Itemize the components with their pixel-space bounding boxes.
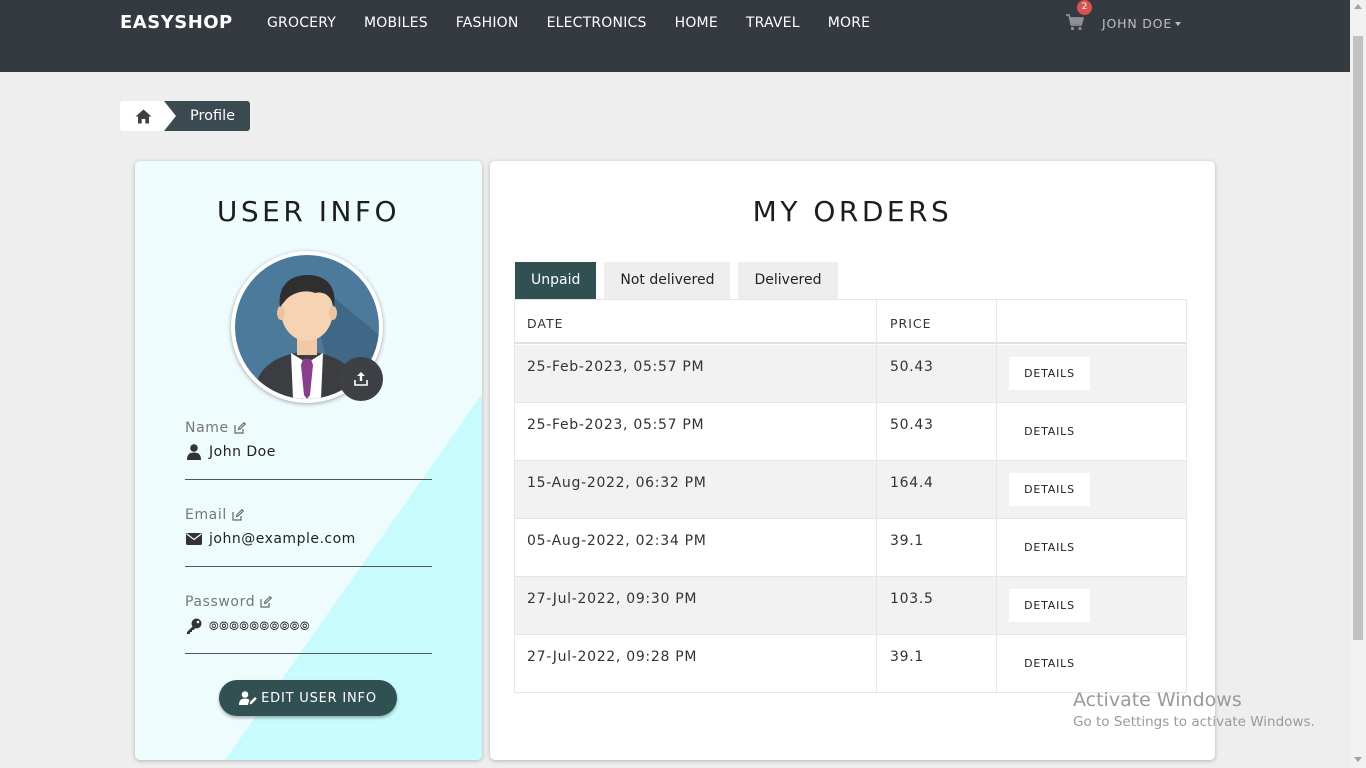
watermark-subtitle: Go to Settings to activate Windows.	[1073, 714, 1315, 730]
scroll-up-arrow-icon[interactable]	[1354, 4, 1362, 9]
nav-link-travel[interactable]: TRAVEL	[746, 15, 800, 31]
upload-photo-button[interactable]	[339, 357, 383, 401]
orders-table: DATE PRICE 25-Feb-2023, 05:57 PM 50.43 D…	[514, 299, 1187, 693]
order-date: 27-Jul-2022, 09:30 PM	[527, 591, 698, 607]
order-price: 39.1	[890, 533, 924, 549]
table-header: DATE PRICE	[515, 300, 1186, 344]
user-edit-icon	[239, 691, 257, 705]
column-divider	[996, 300, 997, 692]
user-dropdown[interactable]: JOHN DOE	[1102, 16, 1182, 31]
email-field: Email john@example.com	[185, 507, 432, 567]
key-icon	[185, 618, 203, 634]
details-button[interactable]: DETAILS	[1009, 415, 1090, 448]
details-button[interactable]: DETAILS	[1009, 357, 1090, 390]
tab-delivered[interactable]: Delivered	[738, 262, 838, 299]
breadcrumb: Profile	[120, 101, 251, 131]
table-row: 25-Feb-2023, 05:57 PM 50.43 DETAILS	[515, 403, 1186, 461]
nav-link-mobiles[interactable]: MOBILES	[364, 15, 428, 31]
nav-link-grocery[interactable]: GROCERY	[267, 15, 336, 31]
column-header-date: DATE	[527, 316, 564, 331]
scrollbar-thumb[interactable]	[1353, 36, 1363, 640]
password-label: Password	[185, 594, 256, 610]
tab-unpaid[interactable]: Unpaid	[515, 262, 597, 299]
email-value: john@example.com	[209, 531, 356, 547]
cart-count-badge: 2	[1077, 0, 1092, 15]
order-date: 05-Aug-2022, 02:34 PM	[527, 533, 707, 549]
table-row: 27-Jul-2022, 09:28 PM 39.1 DETAILS	[515, 635, 1186, 693]
order-date: 27-Jul-2022, 09:28 PM	[527, 649, 698, 665]
edit-email-icon[interactable]	[232, 509, 244, 521]
table-row: 05-Aug-2022, 02:34 PM 39.1 DETAILS	[515, 519, 1186, 577]
my-orders-title: MY ORDERS	[752, 195, 953, 228]
order-date: 25-Feb-2023, 05:57 PM	[527, 359, 705, 375]
edit-user-info-button[interactable]: EDIT USER INFO	[219, 680, 397, 716]
nav-link-more[interactable]: MORE	[828, 15, 870, 31]
scroll-down-arrow-icon[interactable]	[1354, 757, 1362, 762]
edit-user-info-label: EDIT USER INFO	[261, 690, 377, 706]
edit-password-icon[interactable]	[260, 596, 273, 608]
edit-name-icon[interactable]	[234, 422, 246, 434]
nav-link-electronics[interactable]: ELECTRONICS	[547, 15, 647, 31]
upload-icon	[354, 372, 368, 386]
user-info-title: USER INFO	[216, 195, 401, 228]
envelope-icon	[185, 533, 203, 545]
home-icon	[135, 109, 151, 123]
table-row: 27-Jul-2022, 09:30 PM 103.5 DETAILS	[515, 577, 1186, 635]
table-row: 25-Feb-2023, 05:57 PM 50.43 DETAILS	[515, 345, 1186, 403]
name-value: John Doe	[209, 444, 276, 460]
order-price: 103.5	[890, 591, 934, 607]
email-label: Email	[185, 507, 227, 523]
table-row: 15-Aug-2022, 06:32 PM 164.4 DETAILS	[515, 461, 1186, 519]
password-value: ⦾⦾⦾⦾⦾⦾⦾⦾⦾⦾	[209, 618, 311, 633]
order-price: 164.4	[890, 475, 934, 491]
user-name-label: JOHN DOE	[1102, 16, 1173, 31]
breadcrumb-home[interactable]	[120, 101, 164, 131]
page-scrollbar[interactable]	[1350, 0, 1366, 768]
details-button[interactable]: DETAILS	[1009, 473, 1090, 506]
column-header-price: PRICE	[890, 316, 932, 331]
name-field: Name John Doe	[185, 420, 432, 480]
caret-down-icon	[1175, 21, 1182, 26]
user-icon	[185, 444, 203, 460]
tab-not-delivered[interactable]: Not delivered	[604, 262, 731, 299]
nav-links: GROCERY MOBILES FASHION ELECTRONICS HOME…	[267, 15, 898, 31]
my-orders-card: MY ORDERS Unpaid Not delivered Delivered…	[490, 161, 1215, 760]
order-price: 50.43	[890, 417, 934, 433]
order-date: 15-Aug-2022, 06:32 PM	[527, 475, 707, 491]
watermark-title: Activate Windows	[1073, 689, 1242, 711]
details-button[interactable]: DETAILS	[1009, 531, 1090, 564]
order-price: 50.43	[890, 359, 934, 375]
breadcrumb-current: Profile	[164, 101, 251, 131]
order-date: 25-Feb-2023, 05:57 PM	[527, 417, 705, 433]
nav-link-fashion[interactable]: FASHION	[456, 15, 519, 31]
column-divider	[876, 300, 877, 692]
order-price: 39.1	[890, 649, 924, 665]
activate-windows-watermark: Activate Windows Go to Settings to activ…	[1073, 689, 1315, 730]
brand-logo[interactable]: EASYSHOP	[120, 12, 233, 33]
password-field: Password ⦾⦾⦾⦾⦾⦾⦾⦾⦾⦾	[185, 594, 432, 654]
details-button[interactable]: DETAILS	[1009, 647, 1090, 680]
user-info-card: USER INFO Name John Doe Email john@examp…	[135, 161, 482, 760]
details-button[interactable]: DETAILS	[1009, 589, 1090, 622]
shopping-cart-icon[interactable]	[1065, 12, 1085, 32]
orders-tabs: Unpaid Not delivered Delivered	[515, 262, 846, 299]
top-navbar: EASYSHOP GROCERY MOBILES FASHION ELECTRO…	[0, 0, 1350, 72]
name-label: Name	[185, 420, 229, 436]
nav-link-home[interactable]: HOME	[675, 15, 718, 31]
